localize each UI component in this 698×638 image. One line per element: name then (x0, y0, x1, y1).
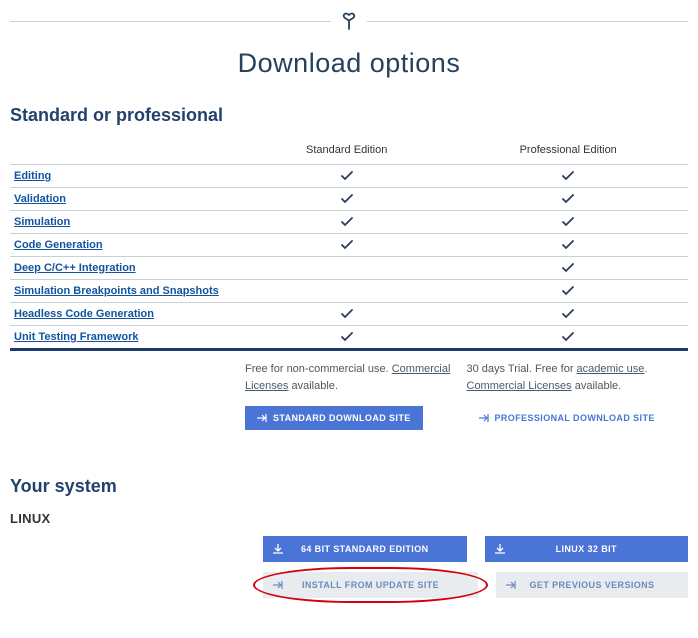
table-row: Deep C/C++ Integration (10, 257, 688, 280)
commercial-licenses-link-pro[interactable]: Commercial Licenses (467, 380, 572, 392)
top-divider (10, 12, 688, 30)
std-cell (245, 211, 448, 234)
col-header-professional: Professional Edition (448, 138, 688, 165)
feature-link[interactable]: Deep C/C++ Integration (14, 262, 136, 274)
install-from-update-site-button[interactable]: Install From Update Site (263, 572, 478, 598)
std-cell (245, 165, 448, 188)
std-cell (245, 234, 448, 257)
std-cell (245, 280, 448, 303)
std-cell (245, 303, 448, 326)
arrow-right-icon (479, 414, 489, 422)
feature-link[interactable]: Editing (14, 170, 51, 182)
std-cell (245, 257, 448, 280)
check-icon (341, 193, 353, 205)
get-previous-versions-button[interactable]: Get Previous Versions (496, 572, 688, 598)
pro-cell (448, 188, 688, 211)
page-title: Download options (10, 48, 688, 79)
table-row: Headless Code Generation (10, 303, 688, 326)
check-icon (562, 262, 574, 274)
leaf-icon (341, 12, 357, 30)
feature-link[interactable]: Code Generation (14, 239, 103, 251)
linux-64bit-button[interactable]: 64 Bit Standard Edition (263, 536, 467, 562)
check-icon (341, 308, 353, 320)
feature-link[interactable]: Unit Testing Framework (14, 331, 138, 343)
std-cell (245, 188, 448, 211)
std-cell (245, 326, 448, 350)
os-label: LINUX (10, 511, 688, 526)
check-icon (562, 308, 574, 320)
professional-download-site-button[interactable]: Professional Download Site (467, 406, 667, 430)
check-icon (341, 331, 353, 343)
check-icon (562, 170, 574, 182)
download-icon (495, 544, 505, 554)
check-icon (341, 170, 353, 182)
table-row: Code Generation (10, 234, 688, 257)
pro-cell (448, 211, 688, 234)
pro-cell (448, 165, 688, 188)
feature-link[interactable]: Headless Code Generation (14, 308, 154, 320)
feature-link[interactable]: Simulation (14, 216, 70, 228)
linux-32bit-button[interactable]: Linux 32 Bit (485, 536, 689, 562)
download-icon (273, 544, 283, 554)
feature-link[interactable]: Simulation Breakpoints and Snapshots (14, 285, 219, 297)
pro-cell (448, 280, 688, 303)
check-icon (341, 216, 353, 228)
pro-cell (448, 326, 688, 350)
table-row: Validation (10, 188, 688, 211)
standard-download-site-button[interactable]: Standard Download Site (245, 406, 423, 430)
pro-cell (448, 303, 688, 326)
academic-use-link[interactable]: academic use (577, 363, 645, 375)
check-icon (341, 239, 353, 251)
col-header-standard: Standard Edition (245, 138, 448, 165)
check-icon (562, 285, 574, 297)
table-row: Editing (10, 165, 688, 188)
highlight-circle: Install From Update Site (263, 572, 478, 598)
comparison-table: Standard Edition Professional Edition Ed… (10, 138, 688, 351)
check-icon (562, 331, 574, 343)
arrow-right-icon (273, 581, 283, 589)
system-section-title: Your system (10, 476, 688, 497)
table-row: Simulation Breakpoints and Snapshots (10, 280, 688, 303)
check-icon (562, 193, 574, 205)
check-icon (562, 216, 574, 228)
arrow-right-icon (257, 414, 267, 422)
feature-link[interactable]: Validation (14, 193, 66, 205)
table-row: Unit Testing Framework (10, 326, 688, 350)
pro-cell (448, 234, 688, 257)
compare-section-title: Standard or professional (10, 105, 688, 126)
standard-blurb: Free for non-commercial use. Commercial … (245, 361, 457, 394)
table-row: Simulation (10, 211, 688, 234)
arrow-right-icon (506, 581, 516, 589)
check-icon (562, 239, 574, 251)
professional-blurb: 30 days Trial. Free for academic use. Co… (467, 361, 679, 394)
pro-cell (448, 257, 688, 280)
